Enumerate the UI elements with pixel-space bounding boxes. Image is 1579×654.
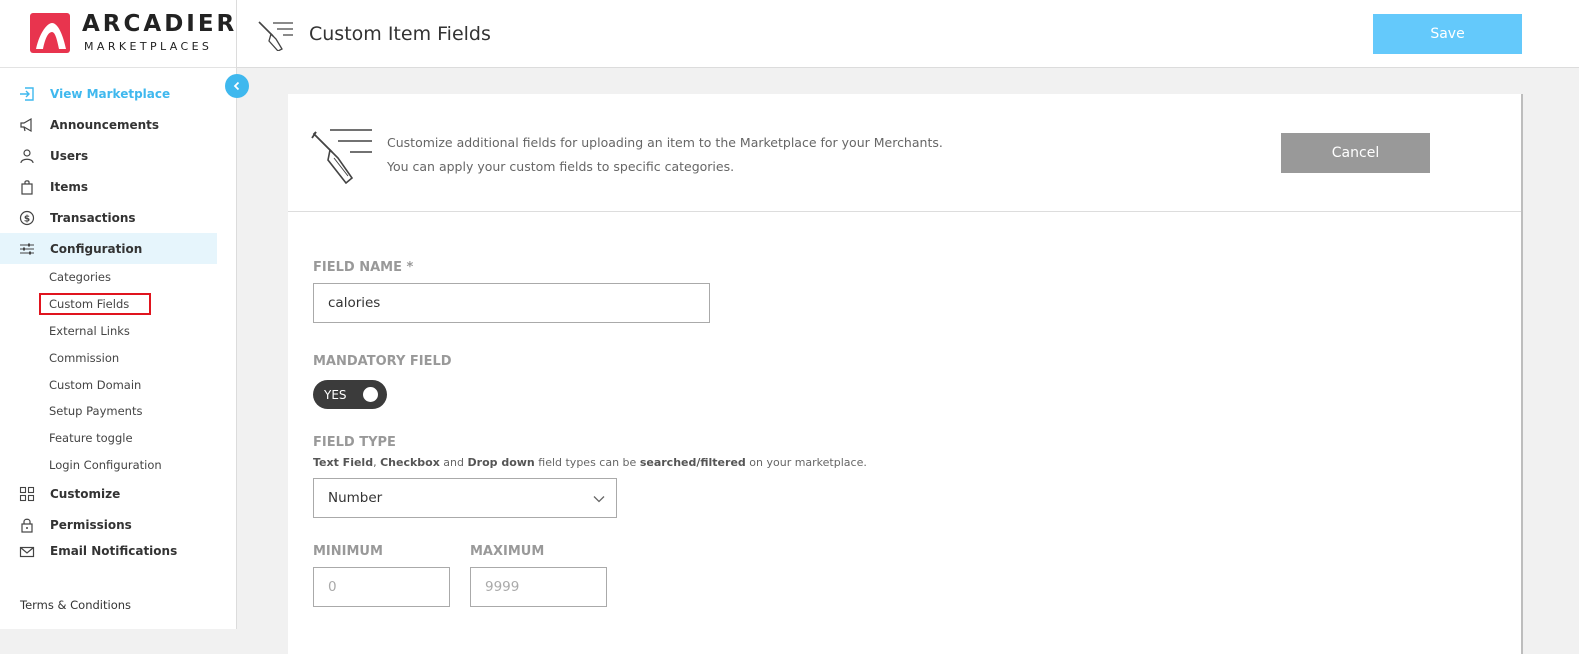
sidebar-subitem-label: External Links: [49, 323, 130, 338]
sidebar-item-transactions[interactable]: $ Transactions: [0, 202, 217, 233]
custom-field-card: Customize additional fields for uploadin…: [288, 94, 1523, 654]
field-type-value: Number: [328, 490, 383, 506]
bag-icon: [19, 179, 35, 195]
highlight-box: [39, 292, 151, 315]
sidebar-item-email-notifications[interactable]: Email Notifications: [0, 540, 217, 558]
user-icon: [19, 148, 35, 164]
sidebar-subitem-custom-fields[interactable]: Custom Fields: [0, 291, 217, 318]
sidebar-item-permissions[interactable]: Permissions: [0, 509, 217, 540]
arcadier-logo-icon: [30, 13, 70, 53]
megaphone-icon: [19, 117, 35, 133]
sidebar-item-view-marketplace[interactable]: View Marketplace: [0, 78, 217, 109]
sidebar-subitem-custom-domain[interactable]: Custom Domain: [0, 371, 217, 398]
save-button[interactable]: Save: [1373, 14, 1522, 54]
top-header: Custom Item Fields Save: [237, 0, 1579, 68]
screwdriver-icon: [311, 129, 372, 184]
chevron-down-icon: [593, 496, 605, 503]
enter-icon: [19, 86, 35, 102]
toggle-label: YES: [324, 387, 347, 402]
collapse-sidebar-button[interactable]: [225, 74, 249, 98]
sidebar-item-label: Transactions: [50, 210, 136, 225]
sidebar-item-label: Permissions: [50, 517, 132, 532]
sidebar-subitem-label: Custom Domain: [49, 377, 142, 392]
sidebar-subitem-categories[interactable]: Categories: [0, 264, 217, 291]
description-line: Customize additional fields for uploadin…: [387, 135, 943, 150]
page-title: Custom Item Fields: [309, 23, 491, 45]
mandatory-field-label: MANDATORY FIELD: [313, 354, 452, 369]
terms-link[interactable]: Terms & Conditions: [20, 598, 131, 612]
chevron-left-icon: [233, 81, 240, 91]
field-type-hint: Text Field, Checkbox and Drop down field…: [313, 456, 867, 469]
hint-text: and: [439, 456, 468, 469]
sidebar-item-label: Configuration: [50, 241, 143, 256]
sidebar-subitem-setup-payments[interactable]: Setup Payments: [0, 398, 217, 425]
sidebar-subitem-feature-toggle[interactable]: Feature toggle: [0, 425, 217, 452]
sidebar-item-configuration[interactable]: Configuration: [0, 233, 217, 264]
svg-text:$: $: [24, 214, 30, 224]
sidebar-item-announcements[interactable]: Announcements: [0, 109, 217, 140]
toggle-knob: [363, 387, 378, 402]
sidebar-item-label: Users: [50, 148, 89, 163]
maximum-input[interactable]: 9999: [470, 567, 607, 607]
sidebar-item-label: Items: [50, 179, 88, 194]
hint-text: Text Field: [313, 456, 374, 469]
sidebar-item-customize[interactable]: Customize: [0, 478, 217, 509]
sliders-icon: [19, 241, 35, 257]
hint-text: Drop down: [467, 456, 535, 469]
minimum-label: MINIMUM: [313, 544, 383, 559]
sidebar-item-label: Customize: [50, 486, 121, 501]
sidebar-nav: View Marketplace Announcements Users Ite…: [0, 78, 217, 558]
sidebar-subitem-label: Commission: [49, 350, 120, 365]
hint-text: searched/filtered: [639, 456, 746, 469]
sidebar-item-users[interactable]: Users: [0, 140, 217, 171]
sidebar-subitem-external-links[interactable]: External Links: [0, 318, 217, 345]
field-name-input[interactable]: calories: [313, 283, 710, 323]
hint-text: field types can be: [534, 456, 640, 469]
dollar-icon: $: [19, 210, 35, 226]
mail-icon: [19, 544, 35, 558]
arcadier-logo[interactable]: ARCADIER MARKETPLACES: [30, 11, 234, 55]
sidebar-subitem-login-configuration[interactable]: Login Configuration: [0, 452, 217, 479]
sidebar-item-label: Announcements: [50, 117, 160, 132]
sidebar-subitem-label: Setup Payments: [49, 404, 143, 419]
sidebar-divider: [0, 67, 236, 68]
sidebar: ARCADIER MARKETPLACES View Marketplace A…: [0, 0, 237, 629]
description-line: You can apply your custom fields to spec…: [387, 159, 735, 174]
maximum-label: MAXIMUM: [470, 544, 545, 559]
sidebar-item-label: View Marketplace: [50, 86, 171, 101]
sidebar-subitem-commission[interactable]: Commission: [0, 344, 217, 371]
sidebar-subitem-label: Feature toggle: [49, 431, 133, 446]
field-type-label: FIELD TYPE: [313, 435, 396, 450]
sidebar-subitem-label: Categories: [49, 270, 111, 285]
card-description: Customize additional fields for uploadin…: [387, 131, 943, 179]
logo-subtitle: MARKETPLACES: [84, 40, 213, 53]
screwdriver-icon: [258, 21, 293, 51]
sidebar-item-label: Email Notifications: [50, 544, 178, 559]
sidebar-item-items[interactable]: Items: [0, 171, 217, 202]
cancel-button[interactable]: Cancel: [1281, 133, 1430, 173]
grid-icon: [19, 486, 35, 502]
hint-text: Checkbox: [380, 456, 440, 469]
sidebar-subitem-label: Login Configuration: [49, 457, 162, 472]
hint-text: on your marketplace.: [745, 456, 867, 469]
mandatory-toggle[interactable]: YES: [313, 380, 387, 409]
field-type-select[interactable]: Number: [313, 478, 617, 518]
field-name-label: FIELD NAME *: [313, 260, 414, 275]
card-header: Customize additional fields for uploadin…: [288, 94, 1521, 212]
minimum-input[interactable]: 0: [313, 567, 450, 607]
logo-wordmark: ARCADIER: [82, 11, 238, 37]
lock-icon: [19, 517, 35, 533]
